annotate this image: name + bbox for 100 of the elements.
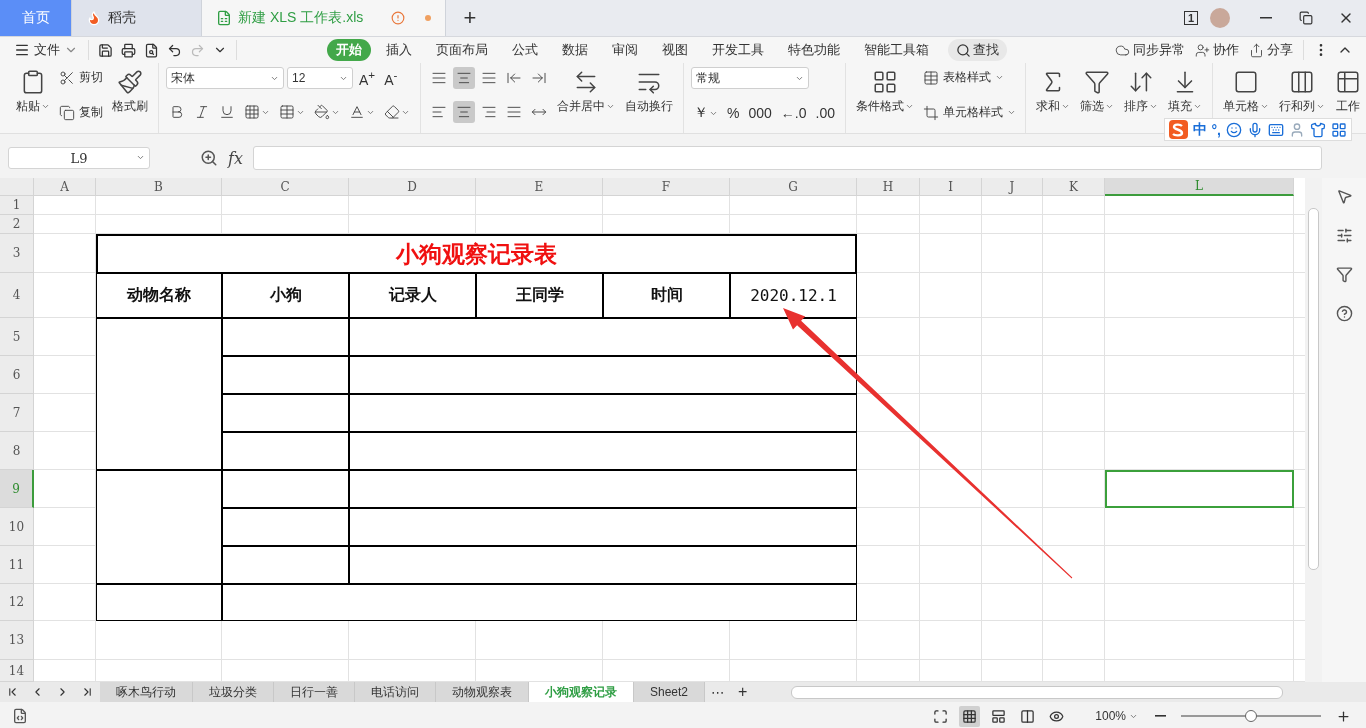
sheet-tab[interactable]: 电话访问 — [355, 682, 436, 702]
column-header[interactable]: E — [476, 178, 603, 196]
column-header[interactable]: F — [603, 178, 730, 196]
sheet-tab[interactable]: 小狗观察记录 — [529, 682, 634, 702]
ribbon-button[interactable]: 粘贴 — [13, 67, 53, 117]
ribbon-button[interactable]: 排序 — [1120, 67, 1161, 117]
document-tab[interactable]: 稻壳 — [72, 0, 202, 36]
ime-mode[interactable]: 中 — [1192, 120, 1207, 139]
scrollbar-thumb[interactable] — [791, 685, 1284, 699]
ribbon-button[interactable]: 复制 — [57, 102, 105, 123]
row-header[interactable]: 12 — [0, 584, 34, 621]
column-header[interactable]: D — [349, 178, 476, 196]
column-header[interactable]: G — [730, 178, 857, 196]
column-header[interactable]: I — [920, 178, 982, 196]
ribbon-button[interactable]: 合并居中 — [554, 67, 618, 117]
cursor-icon[interactable] — [1335, 188, 1353, 205]
macro-icon[interactable] — [12, 708, 28, 724]
ribbon-button[interactable]: 自动换行 — [622, 67, 676, 117]
column-header[interactable]: K — [1043, 178, 1105, 196]
row-header[interactable]: 10 — [0, 508, 34, 546]
toolbar-button[interactable]: A$^{+}$ — [356, 67, 379, 89]
sliders-icon[interactable] — [1335, 227, 1353, 244]
toolbar-button[interactable]: ￥ — [691, 103, 721, 123]
dropdown-field[interactable]: 12 — [287, 67, 353, 89]
toolbar-button[interactable] — [453, 67, 475, 89]
row-header[interactable]: 2 — [0, 215, 34, 234]
name-box[interactable]: L9 — [8, 147, 150, 169]
ribbon-tab[interactable]: 智能工具箱 — [855, 39, 938, 61]
header-action[interactable]: 协作 — [1191, 41, 1243, 59]
ribbon-button[interactable]: 单元格 — [1219, 67, 1272, 117]
toolbar-button[interactable]: 000 — [745, 104, 775, 122]
toolbar-button[interactable]: ←.0 — [777, 104, 810, 122]
search-button[interactable]: 查找 — [948, 39, 1007, 61]
row-header[interactable]: 1 — [0, 196, 34, 215]
column-header[interactable]: B — [96, 178, 222, 196]
shirt-icon[interactable] — [1310, 121, 1326, 138]
header-action[interactable]: 同步异常 — [1111, 41, 1189, 59]
sheet-tab[interactable]: 垃圾分类 — [193, 682, 274, 702]
column-header[interactable]: J — [982, 178, 1043, 196]
smile-icon[interactable] — [1226, 121, 1242, 138]
sheet-tab[interactable]: 动物观察表 — [436, 682, 529, 702]
file-menu[interactable]: 文件 — [10, 41, 82, 59]
row-header[interactable]: 11 — [0, 546, 34, 584]
selected-cell[interactable] — [1105, 470, 1294, 508]
row-header[interactable]: 4 — [0, 273, 34, 318]
ribbon-tab[interactable]: 视图 — [653, 39, 697, 61]
scrollbar-thumb[interactable] — [1308, 208, 1319, 570]
ribbon-button[interactable]: 表格样式 — [920, 67, 1018, 88]
normal-view-button[interactable] — [959, 705, 981, 727]
grid-icon[interactable] — [1331, 121, 1347, 138]
ribbon-tab[interactable]: 开发工具 — [703, 39, 773, 61]
header-action[interactable]: 分享 — [1245, 41, 1297, 59]
new-tab-button[interactable]: + — [446, 0, 494, 36]
sheet-tab[interactable]: Sheet2 — [634, 682, 706, 702]
dropdown-field[interactable]: 宋体 — [166, 67, 284, 89]
funnel-icon[interactable] — [1335, 266, 1353, 283]
keyboard-icon[interactable] — [1268, 121, 1284, 138]
ribbon-button[interactable]: 行和列 — [1275, 67, 1328, 117]
column-header[interactable]: H — [857, 178, 920, 196]
ribbon-tab[interactable]: 特色功能 — [779, 39, 849, 61]
add-sheet-button[interactable]: + — [730, 682, 756, 702]
microphone-icon[interactable] — [1247, 121, 1263, 138]
ribbon-button[interactable]: 条件格式 — [852, 67, 917, 117]
formula-input[interactable] — [252, 146, 1322, 170]
toolbar-button[interactable] — [453, 101, 475, 123]
ribbon-tab[interactable]: 页面布局 — [427, 39, 497, 61]
column-header[interactable]: A — [34, 178, 96, 196]
toolbar-button[interactable]: .00 — [812, 104, 838, 122]
ribbon-tab[interactable]: 数据 — [553, 39, 597, 61]
ribbon-tab[interactable]: 插入 — [377, 39, 421, 61]
ribbon-button[interactable]: 填充 — [1164, 67, 1205, 117]
ribbon-button[interactable]: 剪切 — [57, 67, 105, 88]
row-header[interactable]: 5 — [0, 318, 34, 356]
ribbon-tab[interactable]: 公式 — [503, 39, 547, 61]
toolbar-button[interactable]: A$^{-}$ — [381, 67, 401, 89]
function-label[interactable]: fx — [228, 148, 243, 168]
zoom-level[interactable]: 100% — [1089, 708, 1144, 724]
column-header[interactable]: C — [222, 178, 349, 196]
ribbon-button[interactable]: 单元格样式 — [920, 102, 1018, 123]
ribbon-button[interactable]: 筛选 — [1076, 67, 1117, 117]
ribbon-button[interactable]: 求和 — [1032, 67, 1073, 117]
ribbon-button[interactable]: 工作 — [1331, 67, 1364, 117]
row-header[interactable]: 3 — [0, 234, 34, 273]
window-count[interactable]: 1 — [1183, 11, 1198, 25]
row-header[interactable]: 8 — [0, 432, 34, 470]
help-icon[interactable] — [1335, 305, 1353, 322]
row-header[interactable]: 14 — [0, 660, 34, 682]
sheet-tab[interactable]: 啄木鸟行动 — [100, 682, 193, 702]
row-header[interactable]: 13 — [0, 621, 34, 660]
ime-punctuation[interactable]: °, — [1211, 121, 1221, 138]
zoom-thumb[interactable] — [1245, 710, 1257, 722]
zoom-out-button[interactable] — [1152, 712, 1169, 720]
row-header[interactable]: 7 — [0, 394, 34, 432]
toolbar-button[interactable]: % — [724, 104, 743, 122]
ribbon-tab[interactable]: 审阅 — [603, 39, 647, 61]
row-header[interactable]: 6 — [0, 356, 34, 394]
dropdown-field[interactable]: 常规 — [691, 67, 809, 89]
ribbon-button[interactable]: 格式刷 — [109, 67, 151, 117]
sheet-tab[interactable]: 日行一善 — [274, 682, 355, 702]
more-sheets-button[interactable]: ⋯ — [705, 682, 731, 702]
